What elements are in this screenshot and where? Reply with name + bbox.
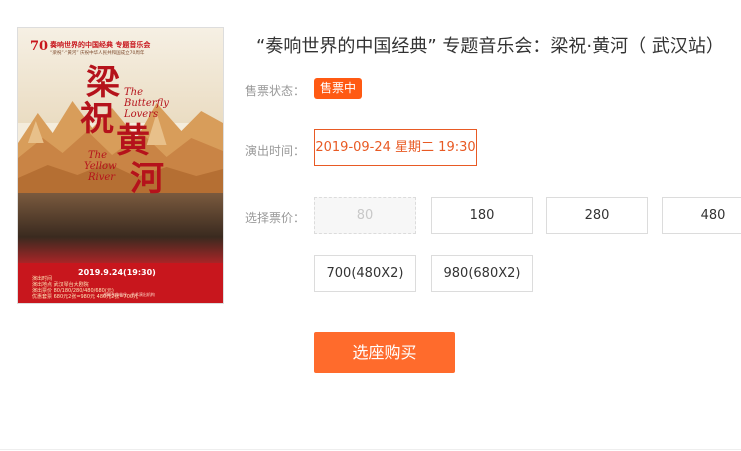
poster-title-en: Yellow [84, 161, 117, 172]
poster-footer: 战略合作单位 · 艺术演出机构 [103, 292, 155, 297]
poster-title-char: 梁 [86, 63, 120, 103]
poster-headline: 奏响世界的中国经典 专题音乐会 [50, 40, 151, 49]
select-seat-buy-button[interactable]: 选座购买 [314, 332, 455, 373]
showtime-label: 演出时间： [245, 144, 306, 158]
price-option-980-pair[interactable]: 980(680X2) [431, 255, 533, 292]
price-label: 选择票价： [245, 211, 306, 225]
poster-title-char: 黄 [116, 121, 150, 161]
bottom-divider [0, 449, 741, 450]
status-badge: 售票中 [314, 78, 363, 99]
price-option-280[interactable]: 280 [546, 197, 648, 234]
event-title: “奏响世界的中国经典” 专题音乐会：梁祝·黄河（ 武汉站） [256, 36, 724, 57]
poster-title-en: River [88, 172, 116, 183]
showtime-option[interactable]: 2019-09-24 星期二 19:30 [314, 129, 477, 166]
poster-orchestra-photo [18, 193, 223, 273]
event-detail-page: 70 奏响世界的中国经典 专题音乐会 “梁祝”·“黄河” 庆祝中华人民共和国成立… [0, 0, 741, 451]
price-option-700-pair[interactable]: 700(480X2) [314, 255, 416, 292]
status-label: 售票状态： [245, 84, 306, 98]
event-poster: 70 奏响世界的中国经典 专题音乐会 “梁祝”·“黄河” 庆祝中华人民共和国成立… [17, 27, 224, 304]
poster-title-en: The [124, 87, 144, 98]
price-option-180[interactable]: 180 [431, 197, 533, 234]
poster-title-en: The [88, 150, 108, 161]
poster-subheadline: “梁祝”·“黄河” 庆祝中华人民共和国成立70周年 [50, 51, 145, 56]
poster-title-en: Butterfly [124, 98, 169, 109]
price-option-480[interactable]: 480 [662, 197, 741, 234]
poster-70-logo: 70 [30, 39, 49, 54]
poster-title-en: Lovers [124, 109, 159, 120]
price-option-80[interactable]: 80 [314, 197, 416, 234]
poster-title-char: 河 [130, 159, 164, 199]
poster-title-char: 祝 [80, 99, 114, 139]
